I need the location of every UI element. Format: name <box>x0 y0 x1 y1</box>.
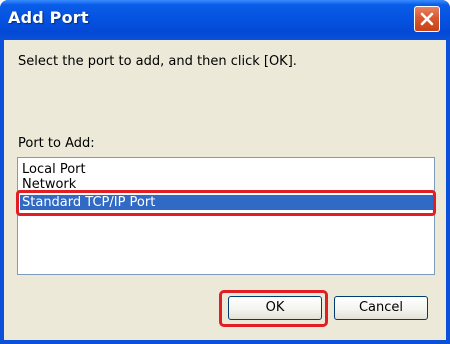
port-list-label: Port to Add: <box>18 136 95 151</box>
list-item-local-port[interactable]: Local Port <box>20 162 434 177</box>
close-icon <box>420 12 434 26</box>
window-title: Add Port <box>8 8 89 27</box>
selected-item-annotation <box>16 190 436 216</box>
cancel-button[interactable]: Cancel <box>334 296 428 320</box>
close-button[interactable] <box>414 6 440 32</box>
dialog-client-area: Select the port to add, and then click [… <box>4 40 446 340</box>
instruction-text: Select the port to add, and then click [… <box>18 54 297 69</box>
ok-button[interactable]: OK <box>228 296 322 320</box>
title-bar[interactable]: Add Port <box>0 0 450 40</box>
port-listbox[interactable]: Local Port Network Standard TCP/IP Port <box>17 157 435 275</box>
add-port-dialog: Add Port Select the port to add, and the… <box>0 0 450 344</box>
